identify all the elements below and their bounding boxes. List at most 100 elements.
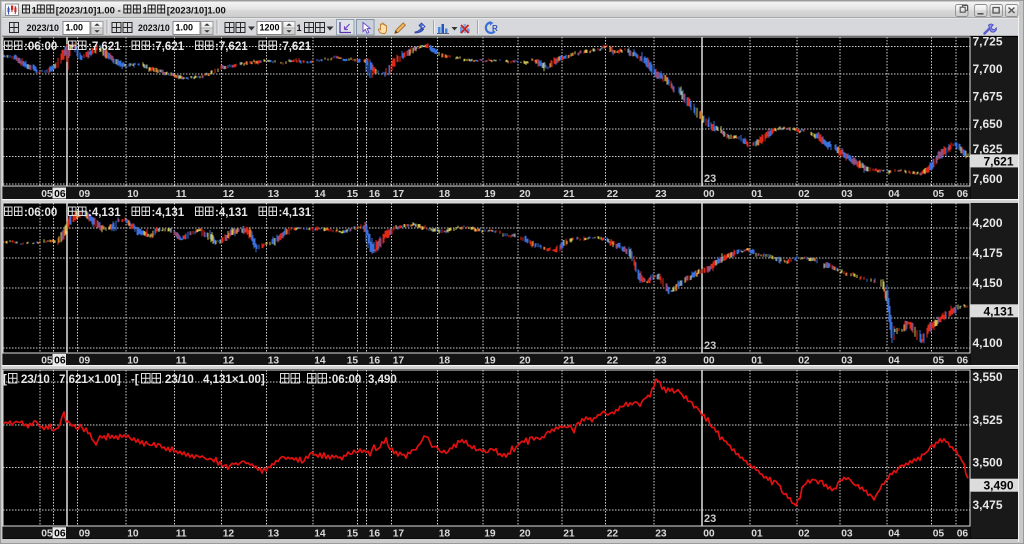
svg-text:3,490: 3,490 [984,479,1014,493]
svg-text:02: 02 [798,189,810,200]
svg-text:19: 19 [484,529,496,540]
svg-text:17: 17 [393,529,405,540]
svg-text:15: 15 [347,355,359,366]
svg-text:R: R [492,24,498,33]
svg-text:11: 11 [176,355,187,366]
svg-text:7,621: 7,621 [984,154,1014,168]
svg-text::06:00: :06:00 [24,207,57,219]
svg-text::4,131: :4,131 [215,207,248,219]
svg-text:20: 20 [519,529,531,540]
svg-text:05: 05 [933,189,945,200]
svg-text:06: 06 [54,189,66,200]
svg-text:11: 11 [176,189,187,200]
svg-text:14: 14 [314,355,326,366]
svg-text:15: 15 [347,529,359,540]
svg-text:18: 18 [439,355,451,366]
svg-text:7,621: 7,621 [59,374,88,386]
svg-text::7,621: :7,621 [88,41,121,53]
svg-text:13: 13 [268,529,280,540]
svg-text::4,131: :4,131 [152,207,185,219]
svg-text:10: 10 [127,189,139,200]
svg-text:05: 05 [41,189,53,200]
svg-text:[: [ [135,374,139,386]
svg-text:23: 23 [704,173,716,185]
svg-text:1200: 1200 [260,23,280,33]
svg-text:4,131: 4,131 [984,304,1014,318]
svg-text:4,175: 4,175 [973,246,1003,260]
svg-text:00: 00 [703,355,715,366]
svg-text:05: 05 [41,529,53,540]
svg-text:18: 18 [439,189,451,200]
svg-text:4,131: 4,131 [203,374,232,386]
svg-text:19: 19 [484,189,496,200]
svg-text:3,475: 3,475 [973,498,1003,512]
svg-text:3,490: 3,490 [368,374,397,386]
svg-text:01: 01 [751,189,763,200]
svg-text:04: 04 [888,189,900,200]
svg-text:02: 02 [798,529,810,540]
svg-text:1: 1 [297,23,302,33]
svg-text:4,150: 4,150 [973,276,1003,290]
svg-text:01: 01 [751,529,763,540]
svg-text:16: 16 [369,529,381,540]
svg-text:23: 23 [655,355,667,366]
svg-text:20: 20 [519,355,531,366]
svg-text:1.00]: 1.00] [239,374,265,386]
svg-text:16: 16 [369,355,381,366]
svg-text:21: 21 [563,189,575,200]
svg-text:12: 12 [223,355,235,366]
svg-text:[2023/10]1.00 -: [2023/10]1.00 - [56,6,121,17]
svg-text:00: 00 [703,189,715,200]
svg-text:06: 06 [957,189,969,200]
svg-text:05: 05 [933,355,945,366]
svg-text:19: 19 [484,355,496,366]
svg-text:12: 12 [223,529,235,540]
svg-text:7,600: 7,600 [973,172,1003,186]
svg-text:3,550: 3,550 [973,370,1003,384]
svg-text:1: 1 [32,6,38,17]
svg-text:7,700: 7,700 [973,62,1003,76]
svg-text:23/10: 23/10 [165,374,194,386]
svg-text:04: 04 [888,529,900,540]
svg-text:14: 14 [314,529,326,540]
svg-text:1.00]: 1.00] [95,374,121,386]
svg-text:2023/10: 2023/10 [138,23,170,33]
svg-text:22: 22 [607,189,619,200]
svg-text:[2023/10]1.00: [2023/10]1.00 [167,6,226,17]
svg-text:3,525: 3,525 [973,413,1003,427]
svg-text:7,675: 7,675 [973,90,1003,104]
svg-text:22: 22 [607,355,619,366]
svg-text::7,621: :7,621 [152,41,185,53]
svg-text:1: 1 [142,6,148,17]
svg-text:10: 10 [127,529,139,540]
svg-text:05: 05 [933,529,945,540]
svg-text:06: 06 [54,529,66,540]
svg-text:12: 12 [223,189,235,200]
svg-text:22: 22 [607,529,619,540]
svg-text::06:00: :06:00 [24,41,57,53]
svg-text:23/10: 23/10 [21,374,50,386]
svg-text::7,621: :7,621 [215,41,248,53]
svg-text:06: 06 [957,355,969,366]
svg-text:21: 21 [563,355,575,366]
svg-text:02: 02 [798,355,810,366]
svg-text:15: 15 [347,189,359,200]
svg-text:4,100: 4,100 [973,336,1003,350]
svg-text::4,131: :4,131 [279,207,312,219]
svg-text:05: 05 [41,355,53,366]
svg-text:1.00: 1.00 [66,23,84,33]
svg-text:10: 10 [127,355,139,366]
svg-text:17: 17 [393,355,405,366]
svg-text:4,200: 4,200 [973,216,1003,230]
svg-text:7,650: 7,650 [973,117,1003,131]
svg-text:16: 16 [369,189,381,200]
svg-text:09: 09 [79,355,91,366]
svg-text:23: 23 [655,189,667,200]
svg-text:[: [ [3,374,7,386]
svg-text::06:00: :06:00 [328,374,361,386]
svg-text:2023/10: 2023/10 [27,23,60,33]
svg-text:00: 00 [703,529,715,540]
svg-text:01: 01 [751,355,763,366]
svg-text:18: 18 [439,529,451,540]
svg-text:14: 14 [314,189,326,200]
